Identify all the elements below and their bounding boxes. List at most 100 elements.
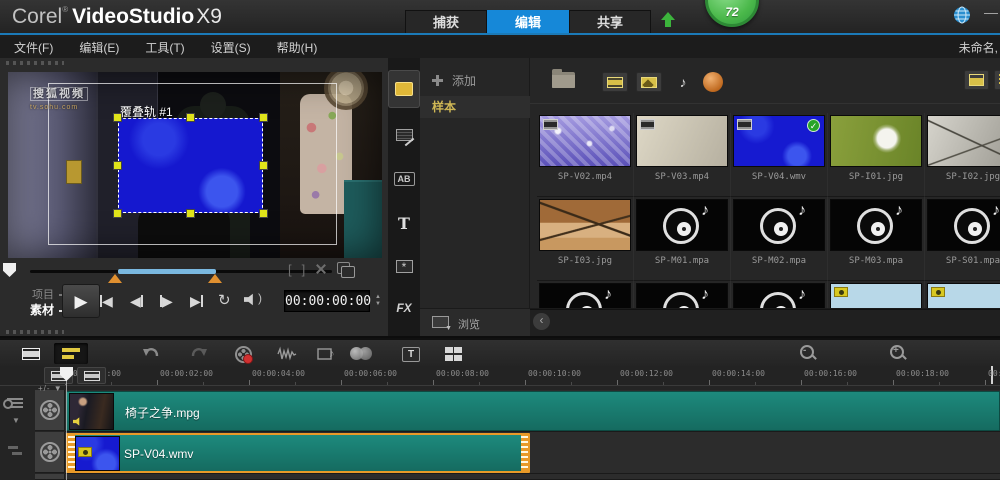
- scroll-left-button[interactable]: ‹: [533, 313, 550, 330]
- winter-thumbnail[interactable]: [927, 115, 1000, 167]
- disco-thumbnail[interactable]: [539, 115, 631, 167]
- vinyl-thumbnail[interactable]: [636, 199, 728, 251]
- library-item[interactable]: SP-V02.mp4: [537, 113, 634, 197]
- filter-videos-button[interactable]: [602, 72, 628, 92]
- nav-filter-button[interactable]: FX: [388, 289, 420, 327]
- tab-share[interactable]: 共享: [569, 10, 651, 33]
- menu-file[interactable]: 文件(F): [14, 39, 53, 56]
- browse-label[interactable]: 浏览: [458, 316, 480, 332]
- dandelion-thumbnail[interactable]: [830, 115, 922, 167]
- nav-title-button[interactable]: T: [388, 204, 420, 242]
- nav-transition-button[interactable]: AB: [388, 160, 420, 198]
- scrubber-track[interactable]: [30, 269, 332, 283]
- category-samples[interactable]: 样本: [420, 96, 530, 118]
- add-remove-track-control[interactable]: +/- ▼: [38, 384, 63, 393]
- track-caret-icon[interactable]: ▼: [12, 416, 20, 425]
- library-item[interactable]: [537, 281, 634, 308]
- nav-media-button[interactable]: [388, 70, 420, 108]
- split-screen-button[interactable]: [442, 344, 464, 364]
- track-view-button[interactable]: [77, 367, 106, 384]
- folder-icon[interactable]: [552, 69, 575, 88]
- motion-tracking-button[interactable]: [350, 344, 372, 364]
- library-item[interactable]: ✓ SP-V04.wmv: [731, 113, 828, 197]
- library-item[interactable]: [925, 281, 1000, 308]
- import-media-icon[interactable]: [432, 316, 452, 332]
- menu-edit[interactable]: 编辑(E): [79, 39, 119, 56]
- overlay-handle-se[interactable]: [259, 209, 268, 218]
- track-link-icon[interactable]: [3, 398, 23, 409]
- clip-trim-handle-right[interactable]: [521, 435, 528, 471]
- library-item[interactable]: SP-I03.jpg: [537, 197, 634, 281]
- overlay-handle-n[interactable]: [186, 113, 195, 122]
- overlay-track-header[interactable]: [35, 432, 65, 473]
- redo-button[interactable]: [188, 344, 210, 364]
- library-item[interactable]: SP-V03.mp4: [634, 113, 731, 197]
- menu-settings[interactable]: 设置(S): [211, 39, 251, 56]
- filter-audio-button[interactable]: ♪: [670, 72, 696, 92]
- timeline-clip-overlay[interactable]: SP-V04.wmv: [66, 433, 530, 473]
- library-item[interactable]: SP-M02.mpa: [731, 197, 828, 281]
- split-clip-icon[interactable]: [315, 262, 327, 276]
- sound-mixer-button[interactable]: [276, 344, 298, 364]
- vinyl-thumbnail[interactable]: [733, 199, 825, 251]
- auto-music-button[interactable]: ♪: [316, 344, 338, 364]
- overlay-handle-s[interactable]: [186, 209, 195, 218]
- beige-thumbnail[interactable]: [636, 115, 728, 167]
- library-item[interactable]: [828, 281, 925, 308]
- record-capture-button[interactable]: [232, 344, 254, 364]
- timeline-clip-video[interactable]: 椅子之争.mpg: [66, 391, 1000, 431]
- library-item[interactable]: [731, 281, 828, 308]
- library-item[interactable]: SP-I01.jpg: [828, 113, 925, 197]
- overlay-track[interactable]: SP-V04.wmv: [65, 432, 1000, 474]
- spin-down-icon[interactable]: ▼: [373, 301, 383, 308]
- mark-out-button[interactable]: ]: [302, 262, 306, 277]
- view-single-button[interactable]: [964, 70, 989, 90]
- desert-thumbnail[interactable]: [539, 199, 631, 251]
- enlarge-preview-icon[interactable]: [337, 262, 356, 278]
- overlay-handle-nw[interactable]: [113, 113, 122, 122]
- timecode-spinner[interactable]: ▲ ▼: [373, 290, 383, 312]
- overlay-handle-ne[interactable]: [259, 113, 268, 122]
- third-track[interactable]: [65, 474, 1000, 480]
- nav-instant-project-button[interactable]: [388, 116, 420, 154]
- landscape-thumbnail[interactable]: [927, 283, 1000, 308]
- blue-thumbnail[interactable]: ✓: [733, 115, 825, 167]
- vinyl-thumbnail[interactable]: [733, 283, 825, 308]
- upload-arrow-icon[interactable]: [660, 12, 676, 28]
- view-list-button[interactable]: [994, 70, 1000, 90]
- undo-button[interactable]: [140, 344, 162, 364]
- storyboard-view-button[interactable]: [14, 343, 48, 364]
- zoom-out-button[interactable]: -: [800, 345, 816, 361]
- menu-tools[interactable]: 工具(T): [145, 39, 184, 56]
- globe-icon[interactable]: [953, 6, 971, 24]
- library-item[interactable]: [634, 281, 731, 308]
- vinyl-thumbnail[interactable]: [539, 283, 631, 308]
- overlay-handle-sw[interactable]: [113, 209, 122, 218]
- timeline-view-button[interactable]: [54, 343, 88, 364]
- notification-badge[interactable]: 72: [705, 0, 759, 27]
- library-item[interactable]: SP-S01.mpa: [925, 197, 1000, 281]
- nav-graphic-button[interactable]: *: [388, 247, 420, 285]
- menu-help[interactable]: 帮助(H): [277, 39, 318, 56]
- vinyl-thumbnail[interactable]: [927, 199, 1000, 251]
- nav-track-motion-button[interactable]: [388, 326, 420, 336]
- minimize-button[interactable]: —: [984, 4, 998, 20]
- ripple-edit-icon[interactable]: [8, 446, 22, 455]
- volume-icon[interactable]: [244, 293, 253, 306]
- repeat-button[interactable]: ↻: [218, 291, 231, 309]
- timeline-ruler[interactable]: 00:00:00:0000:00:02:0000:00:04:0000:00:0…: [0, 366, 1000, 386]
- next-frame-button[interactable]: ▶: [160, 292, 173, 310]
- overlay-clip-box[interactable]: [118, 118, 263, 213]
- go-end-button[interactable]: ▶: [190, 292, 203, 310]
- previous-frame-button[interactable]: ◀: [130, 292, 143, 310]
- preview-timecode[interactable]: 00:00:00:00: [284, 290, 371, 312]
- video-track-header[interactable]: [35, 390, 65, 431]
- play-button[interactable]: ▶: [62, 284, 100, 318]
- preview-video[interactable]: 搜狐视频 tv.sohu.com 覆叠轨 #1: [8, 72, 382, 258]
- filter-360-button[interactable]: [700, 72, 726, 92]
- library-item[interactable]: SP-M01.mpa: [634, 197, 731, 281]
- library-item[interactable]: SP-M03.mpa: [828, 197, 925, 281]
- vinyl-thumbnail[interactable]: [636, 283, 728, 308]
- scrubber-handle[interactable]: [3, 263, 16, 277]
- tab-capture[interactable]: 捕获: [405, 10, 487, 33]
